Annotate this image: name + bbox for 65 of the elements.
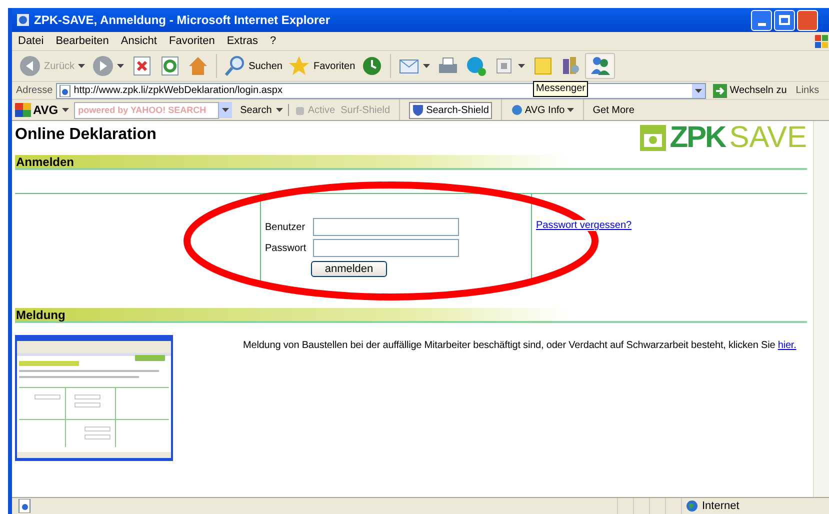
logo-mark-icon	[640, 125, 666, 151]
people-icon	[589, 55, 612, 77]
caret-icon[interactable]	[222, 108, 230, 112]
caret-icon[interactable]	[116, 64, 124, 68]
caret-icon[interactable]	[694, 88, 702, 92]
caret-icon[interactable]	[78, 64, 85, 68]
scrollbar[interactable]	[813, 121, 829, 497]
get-more-button[interactable]: Get More	[592, 102, 634, 118]
menu-item[interactable]: Bearbeiten	[56, 32, 109, 50]
caret-icon[interactable]	[423, 64, 430, 68]
favorites-button[interactable]: Favoriten	[285, 53, 358, 79]
username-label: Benutzer	[265, 220, 306, 234]
password-field[interactable]	[313, 239, 459, 257]
clock-icon	[361, 55, 384, 77]
star-icon	[288, 55, 310, 77]
house-icon	[186, 55, 209, 77]
search-button[interactable]: Suchen	[220, 53, 286, 79]
here-link[interactable]: hier.	[778, 340, 796, 351]
section-header: Anmelden	[15, 155, 807, 170]
caret-icon[interactable]	[62, 108, 70, 112]
links-label[interactable]: Links	[796, 83, 820, 98]
flag-icon	[15, 103, 31, 117]
avg-button[interactable]: AVG	[15, 101, 70, 119]
menu-item[interactable]: Favoriten	[168, 32, 215, 50]
globe-icon	[510, 104, 523, 116]
refresh-icon	[158, 55, 181, 77]
close-button[interactable]	[797, 10, 818, 30]
password-label: Passwort	[265, 242, 307, 256]
maximize-button[interactable]	[774, 10, 795, 30]
tooltip: Messenger	[533, 81, 588, 97]
messenger-button[interactable]	[585, 53, 616, 79]
username-field[interactable]	[313, 218, 459, 236]
shield-icon	[412, 104, 424, 116]
windows-logo-icon	[815, 35, 829, 49]
note-icon	[532, 55, 554, 77]
search-button[interactable]: Search	[240, 102, 283, 118]
report-text: Meldung von Baustellen bei der auffällige Mitarbeiter beschäftigt sind, oder Verdacht auf Schwarzarbeit besteht, klicken Sie hier.	[243, 339, 796, 353]
go-button[interactable]: Wechseln zu	[712, 83, 787, 98]
caret-icon[interactable]	[566, 108, 574, 112]
menu-item[interactable]: Extras	[226, 32, 258, 50]
dropdown-button[interactable]	[219, 102, 232, 118]
caret-icon[interactable]	[518, 64, 526, 68]
menu-item[interactable]: ?	[270, 32, 276, 50]
address-label: Adresse	[16, 84, 53, 98]
avg-info-button[interactable]: AVG Info	[510, 102, 574, 118]
search-shield-button[interactable]: Search-Shield	[409, 102, 492, 118]
dropdown-button[interactable]	[692, 84, 705, 98]
caret-icon[interactable]	[276, 108, 283, 112]
go-arrow-icon	[712, 84, 727, 98]
page-icon	[58, 84, 71, 96]
menu-item[interactable]: Datei	[18, 32, 44, 50]
section-header: Meldung	[15, 308, 807, 323]
minimize-button[interactable]	[751, 10, 772, 30]
page-icon	[18, 499, 32, 513]
page-title: Online Deklaration	[15, 125, 156, 145]
login-button[interactable]: anmelden	[311, 261, 387, 277]
globe-icon	[686, 500, 698, 512]
menu-item[interactable]: Ansicht	[120, 32, 157, 50]
window-title: ZPK-SAVE, Anmeldung - Microsoft Internet Explorer	[34, 12, 330, 29]
search-icon	[224, 55, 246, 77]
stop-icon	[130, 55, 153, 77]
zone-label: Internet	[702, 498, 740, 514]
forgot-password-link[interactable]: Passwort vergessen?	[536, 220, 632, 231]
browser-icon	[16, 13, 30, 27]
zpk-save-logo: ZPKSAVE	[640, 122, 807, 155]
